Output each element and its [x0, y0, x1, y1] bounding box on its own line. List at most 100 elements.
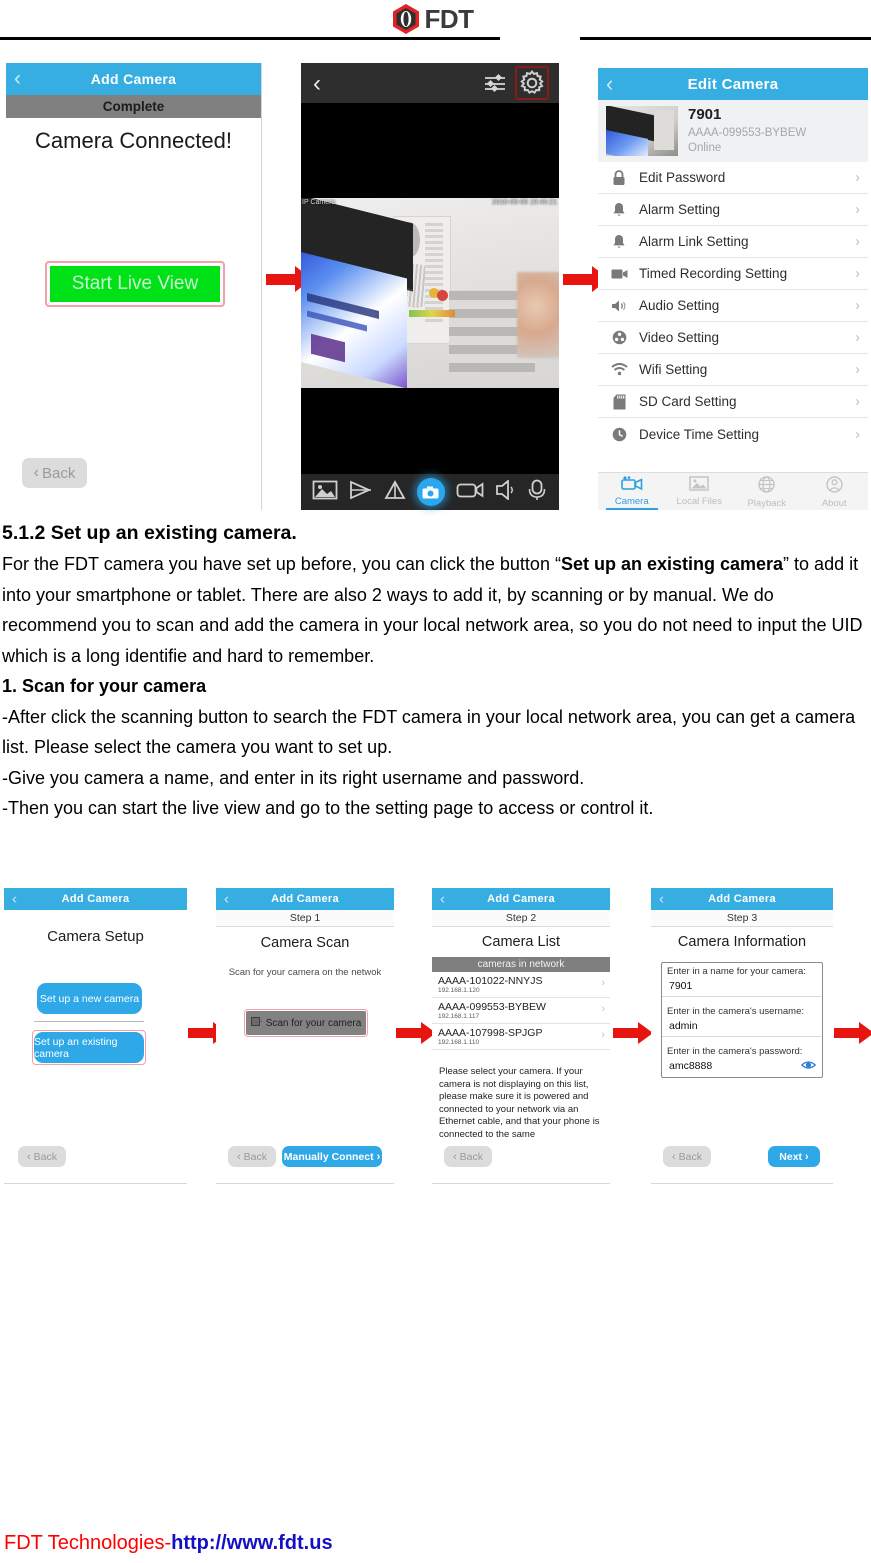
video-camera-icon — [608, 268, 630, 280]
setup-divider — [34, 1021, 144, 1022]
connected-message: Camera Connected! — [35, 128, 232, 153]
fdt-hex-logo-icon — [391, 3, 421, 35]
footer-url[interactable]: http://www.fdt.us — [171, 1532, 332, 1554]
back-chevron-icon[interactable]: ‹ — [14, 67, 21, 91]
flip-vertical-icon[interactable] — [384, 479, 406, 505]
setup-existing-camera-button[interactable]: Set up an existing camera — [34, 1032, 144, 1063]
video-reel-icon — [608, 330, 630, 345]
list-header: cameras in network — [432, 957, 610, 972]
page-header: FDT — [0, 0, 871, 40]
row-label: Edit Password — [639, 170, 726, 185]
row-alarm-setting[interactable]: Alarm Setting › — [598, 194, 868, 226]
camera-password-input[interactable]: amc8888 — [662, 1058, 822, 1077]
screenshot-live-view: ‹ IP Camera 2016-09-08 19:46:21 — [301, 63, 559, 510]
tab-label: Local Files — [676, 496, 722, 507]
video-record-icon[interactable] — [456, 481, 484, 504]
back-button-icon: ‹ — [33, 464, 39, 481]
tab-about[interactable]: About — [801, 476, 869, 510]
back-chevron-icon[interactable]: ‹ — [440, 891, 445, 908]
row-edit-password[interactable]: Edit Password › — [598, 162, 868, 194]
row-label: Device Time Setting — [639, 426, 760, 442]
chevron-right-icon: › — [855, 169, 860, 186]
back-button-icon: ‹ — [452, 1150, 457, 1163]
tab-label: Camera — [614, 496, 649, 507]
back-chevron-icon[interactable]: ‹ — [606, 71, 613, 97]
bell-icon — [608, 202, 630, 218]
camera-list-item[interactable]: AAAA-107998-SPJGP 192.168.1.110 › — [432, 1024, 610, 1050]
sliders-icon[interactable] — [483, 73, 507, 98]
bullet-1: -Give you camera a name, and enter in it… — [2, 767, 585, 788]
chevron-right-icon: › — [855, 233, 860, 250]
row-alarm-link-setting[interactable]: Alarm Link Setting › — [598, 226, 868, 258]
row-label: Video Setting — [639, 330, 720, 345]
back-chevron-icon[interactable]: ‹ — [313, 70, 321, 98]
camera-summary[interactable]: 7901 AAAA-099553-BYBEW Online — [598, 100, 868, 162]
microphone-icon[interactable] — [527, 479, 547, 506]
chevron-right-icon: › — [855, 393, 860, 410]
scan-for-camera-button[interactable]: Scan for your camera — [246, 1011, 366, 1035]
next-button-label: Next — [779, 1150, 803, 1163]
globe-tab-icon — [758, 476, 775, 497]
flip-horizontal-icon[interactable] — [349, 480, 373, 505]
back-button[interactable]: ‹ Back — [22, 458, 87, 488]
bottom-tabbar: Camera Local Files Playback About — [598, 472, 868, 510]
row-label: Alarm Setting — [639, 202, 721, 217]
navbar-title: Add Camera — [90, 71, 177, 87]
snapshot-camera-icon[interactable] — [416, 478, 445, 506]
camera-uid: AAAA-099553-BYBEW — [438, 1001, 546, 1013]
row-video-setting[interactable]: Video Setting › — [598, 322, 868, 354]
eye-icon[interactable] — [800, 1059, 817, 1074]
flow-arrow-b2 — [396, 1022, 436, 1044]
back-chevron-icon[interactable]: ‹ — [659, 891, 664, 908]
speaker-icon — [608, 299, 630, 313]
tab-local-files[interactable]: Local Files — [666, 476, 734, 510]
scan-icon — [250, 1017, 262, 1029]
back-button[interactable]: ‹ Back — [228, 1146, 276, 1167]
manually-connect-button[interactable]: Manually Connect › — [282, 1146, 382, 1167]
step-subbar: Step 1 — [216, 910, 394, 927]
row-wifi-setting[interactable]: Wifi Setting › — [598, 354, 868, 386]
row-device-time-setting[interactable]: Device Time Setting › — [598, 418, 868, 450]
navbar-add-camera: ‹ Add Camera — [4, 888, 187, 910]
setup-new-camera-button[interactable]: Set up a new camera — [37, 983, 142, 1014]
tab-playback[interactable]: Playback — [733, 476, 801, 510]
chevron-right-icon: › — [855, 361, 860, 378]
tab-camera[interactable]: Camera — [598, 476, 666, 510]
camera-list-item[interactable]: AAAA-101022-NNYJS 192.168.1.120 › — [432, 972, 610, 998]
row-label: Wifi Setting — [639, 362, 708, 377]
fdt-logo-text: FDT — [424, 4, 474, 34]
back-button[interactable]: ‹ Back — [663, 1146, 711, 1167]
video-stream-area[interactable]: IP Camera 2016-09-08 19:46:21 — [301, 103, 559, 474]
info-title: Camera Information — [677, 934, 807, 950]
camera-uid: AAAA-099553-BYBEW — [688, 126, 807, 139]
navbar-edit-camera: ‹ Edit Camera — [598, 68, 868, 100]
liveview-toolbar — [301, 474, 559, 510]
chevron-right-icon: › — [376, 1150, 381, 1163]
step-subbar: Step 3 — [651, 910, 833, 927]
navbar-title: Add Camera — [271, 893, 339, 905]
camera-name-input[interactable]: 7901 — [662, 978, 822, 997]
tab-label: Playback — [747, 498, 787, 509]
next-button[interactable]: Next › — [768, 1146, 820, 1167]
chevron-right-icon: › — [601, 1029, 605, 1041]
row-timed-recording-setting[interactable]: Timed Recording Setting › — [598, 258, 868, 290]
start-live-view-button[interactable]: Start Live View — [50, 266, 220, 302]
row-audio-setting[interactable]: Audio Setting › — [598, 290, 868, 322]
camera-username-input[interactable]: admin — [662, 1018, 822, 1037]
chevron-right-icon: › — [601, 977, 605, 989]
chevron-right-icon: › — [855, 425, 860, 443]
speaker-icon[interactable] — [495, 478, 517, 505]
back-button[interactable]: ‹ Back — [444, 1146, 492, 1167]
scan-button-label: Scan for your camera — [265, 1017, 362, 1029]
back-button[interactable]: ‹ Back — [18, 1146, 66, 1167]
sd-card-icon — [608, 394, 630, 410]
back-chevron-icon[interactable]: ‹ — [224, 891, 229, 908]
row-sd-card-setting[interactable]: SD Card Setting › — [598, 386, 868, 418]
photo-icon[interactable] — [312, 480, 338, 505]
navbar-title: Add Camera — [487, 893, 555, 905]
back-chevron-icon[interactable]: ‹ — [12, 891, 17, 908]
gear-icon[interactable] — [518, 69, 546, 102]
chevron-right-icon: › — [601, 1003, 605, 1015]
camera-list-item[interactable]: AAAA-099553-BYBEW 192.168.1.117 › — [432, 998, 610, 1024]
osd-right-timestamp: 2016-09-08 19:46:21 — [492, 199, 557, 206]
